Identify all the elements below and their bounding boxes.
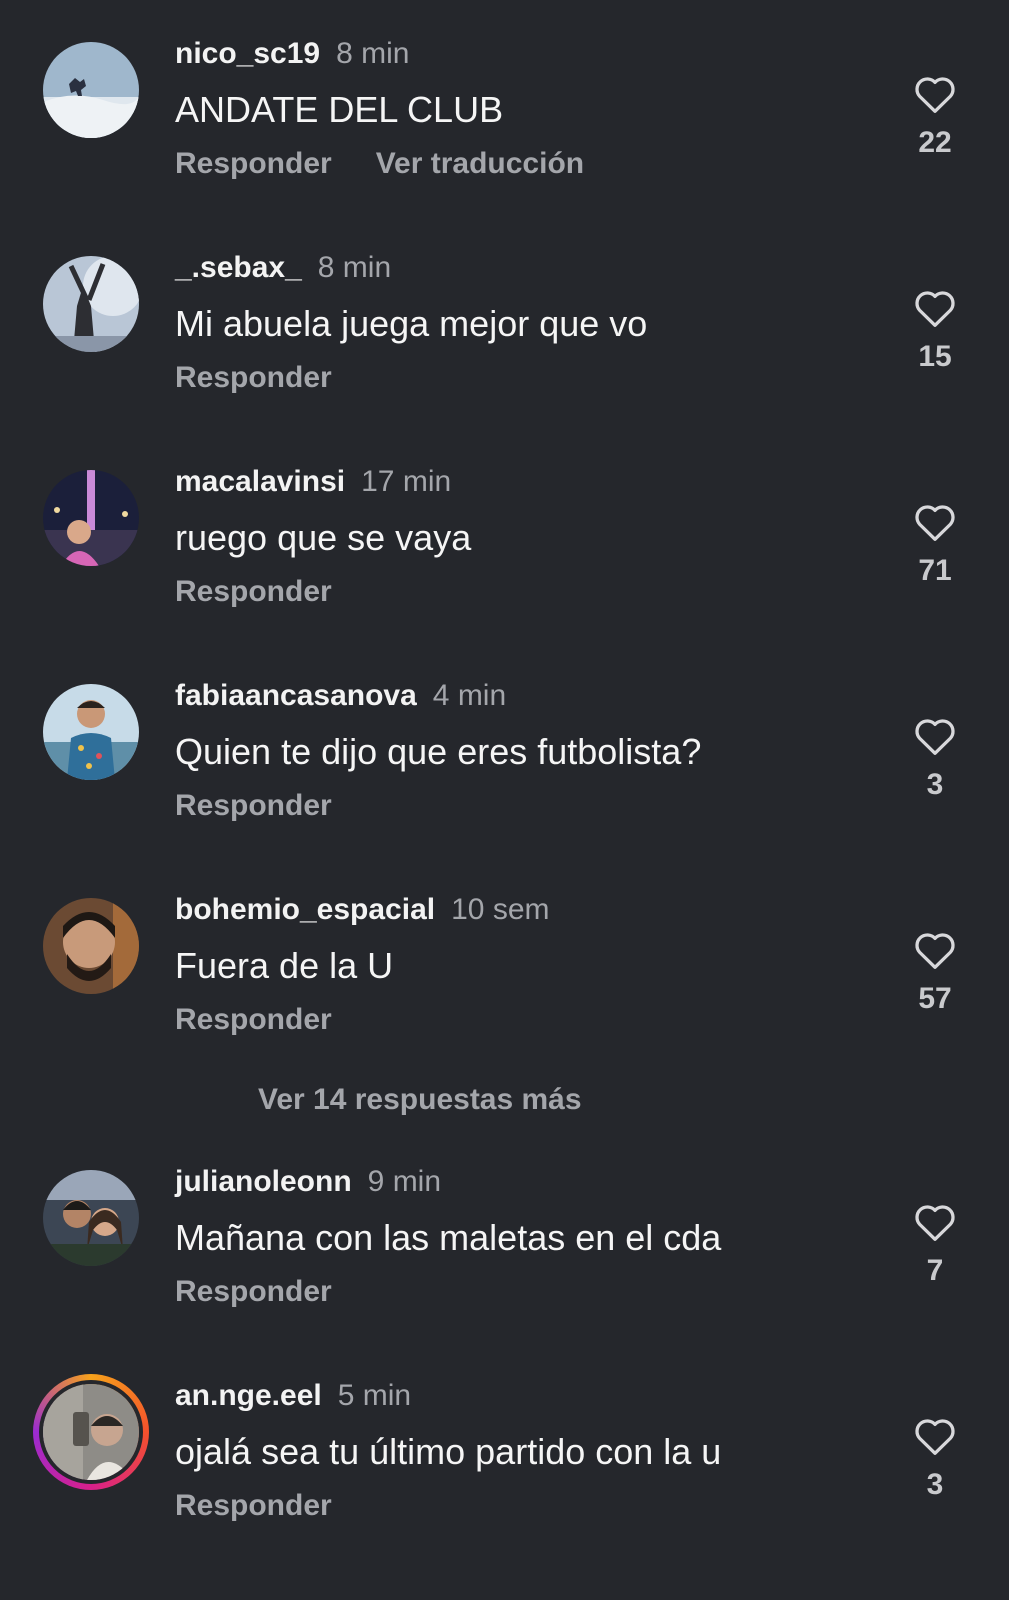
username[interactable]: nico_sc19 — [175, 37, 320, 70]
reply-button[interactable]: Responder — [175, 789, 332, 822]
like-count: 3 — [926, 768, 944, 801]
timestamp: 9 min — [367, 1165, 442, 1198]
timestamp: 4 min — [432, 679, 507, 712]
avatar-photo — [43, 684, 139, 780]
timestamp: 8 min — [317, 251, 392, 284]
comment-text: Mañana con las maletas en el cda — [175, 1217, 722, 1258]
comment-actions: Responder — [175, 574, 332, 610]
avatar-photo — [43, 1384, 139, 1480]
heart-outline-icon[interactable] — [913, 1416, 957, 1456]
avatar — [39, 1380, 143, 1484]
username[interactable]: an.nge.eel — [175, 1379, 322, 1412]
reply-button[interactable]: Responder — [175, 575, 332, 608]
comment-text: Quien te dijo que eres futbolista? — [175, 731, 702, 772]
avatar[interactable] — [43, 470, 139, 566]
avatar[interactable] — [43, 42, 139, 138]
comment-item: an.nge.eel 5 min ojalá sea tu último part… — [0, 1352, 1009, 1552]
comment-actions: Responder — [175, 360, 332, 396]
reply-button[interactable]: Responder — [175, 1489, 332, 1522]
like-count: 15 — [918, 340, 952, 373]
heart-outline-icon[interactable] — [913, 502, 957, 542]
comment-item: macalavinsi 17 min ruego que se vaya Resp… — [0, 438, 1009, 628]
like-button[interactable]: 71 — [905, 502, 965, 588]
avatar-photo — [43, 1170, 139, 1266]
comment-meta: _.sebax_ 8 min — [175, 250, 391, 286]
username[interactable]: julianoleonn — [175, 1165, 352, 1198]
like-button[interactable]: 7 — [905, 1202, 965, 1288]
comment-item: _.sebax_ 8 min Mi abuela juega mejor que … — [0, 224, 1009, 414]
see-translation-button[interactable]: Ver traducción — [376, 147, 584, 180]
reply-button[interactable]: Responder — [175, 147, 332, 180]
comment-meta: macalavinsi 17 min — [175, 464, 451, 500]
reply-button[interactable]: Responder — [175, 1003, 332, 1036]
username[interactable]: fabiaancasanova — [175, 679, 417, 712]
comment-item: fabiaancasanova 4 min Quien te dijo que e… — [0, 652, 1009, 842]
comment-text: ANDATE DEL CLUB — [175, 89, 504, 130]
like-count: 7 — [926, 1254, 944, 1287]
comment-actions: Responder — [175, 788, 332, 824]
like-count: 22 — [918, 126, 952, 159]
heart-outline-icon[interactable] — [913, 1202, 957, 1242]
comment-text: ruego que se vaya — [175, 517, 472, 558]
comment-meta: bohemio_espacial 10 sem — [175, 892, 550, 928]
username[interactable]: _.sebax_ — [175, 251, 302, 284]
avatar-with-story-ring[interactable] — [33, 1374, 149, 1490]
like-count: 71 — [918, 554, 952, 587]
username[interactable]: macalavinsi — [175, 465, 345, 498]
comment-text: Fuera de la U — [175, 945, 394, 986]
avatar[interactable] — [43, 898, 139, 994]
like-button[interactable]: 15 — [905, 288, 965, 374]
comment-meta: nico_sc19 8 min — [175, 36, 409, 72]
heart-outline-icon[interactable] — [913, 288, 957, 328]
comment-item: julianoleonn 9 min Mañana con las maletas… — [0, 1138, 1009, 1328]
comment-meta: an.nge.eel 5 min — [175, 1378, 411, 1414]
reply-button[interactable]: Responder — [175, 361, 332, 394]
like-count: 57 — [918, 982, 952, 1015]
comment-meta: fabiaancasanova 4 min — [175, 678, 506, 714]
like-button[interactable]: 57 — [905, 930, 965, 1016]
timestamp: 5 min — [337, 1379, 412, 1412]
like-count: 3 — [926, 1468, 944, 1501]
avatar[interactable] — [43, 684, 139, 780]
comment-meta: julianoleonn 9 min — [175, 1164, 441, 1200]
heart-outline-icon[interactable] — [913, 716, 957, 756]
heart-outline-icon[interactable] — [913, 930, 957, 970]
timestamp: 10 sem — [451, 893, 550, 926]
comment-actions: Responder — [175, 1002, 332, 1038]
comment-item: nico_sc19 8 min ANDATE DEL CLUB Responder… — [0, 10, 1009, 200]
comment-actions: Responder Ver traducción — [175, 146, 584, 182]
comment-actions: Responder — [175, 1488, 332, 1524]
avatar-photo — [43, 256, 139, 352]
timestamp: 8 min — [336, 37, 410, 70]
view-more-replies-button[interactable]: Ver 14 respuestas más — [258, 1082, 582, 1118]
comment-item: bohemio_espacial 10 sem Fuera de la U Res… — [0, 866, 1009, 1056]
like-button[interactable]: 22 — [905, 74, 965, 160]
like-button[interactable]: 3 — [905, 716, 965, 802]
heart-outline-icon[interactable] — [913, 74, 957, 114]
comment-text: Mi abuela juega mejor que vo — [175, 303, 648, 344]
timestamp: 17 min — [361, 465, 452, 498]
like-button[interactable]: 3 — [905, 1416, 965, 1502]
comment-text: ojalá sea tu último partido con la u — [175, 1431, 722, 1472]
avatar[interactable] — [43, 1170, 139, 1266]
avatar[interactable] — [43, 256, 139, 352]
comment-actions: Responder — [175, 1274, 332, 1310]
avatar-photo — [43, 470, 139, 566]
avatar-photo — [43, 42, 139, 138]
username[interactable]: bohemio_espacial — [175, 893, 435, 926]
avatar-photo — [43, 898, 139, 994]
reply-button[interactable]: Responder — [175, 1275, 332, 1308]
